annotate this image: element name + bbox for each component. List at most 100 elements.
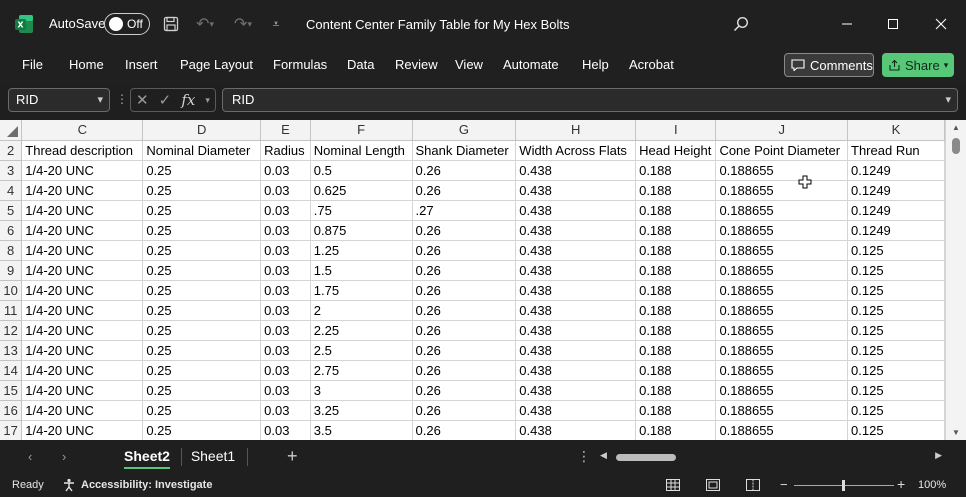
cell[interactable]: 0.188 xyxy=(635,220,717,241)
cell[interactable]: 0.188655 xyxy=(715,420,849,440)
cell[interactable]: 0.438 xyxy=(515,240,637,261)
cell[interactable]: 1/4-20 UNC xyxy=(21,160,144,181)
cell[interactable]: 0.188 xyxy=(635,320,717,341)
cell[interactable]: 1/4-20 UNC xyxy=(21,200,144,221)
row-number[interactable]: 12 xyxy=(0,320,23,341)
page-break-view-icon[interactable] xyxy=(740,476,766,494)
row-number[interactable]: 16 xyxy=(0,400,23,421)
row-number[interactable]: 5 xyxy=(0,200,23,221)
cell[interactable]: 0.438 xyxy=(515,200,637,221)
cell[interactable]: 1/4-20 UNC xyxy=(21,380,144,401)
column-letter-e[interactable]: E xyxy=(260,120,311,141)
header-cell[interactable]: Cone Point Diameter xyxy=(715,140,849,161)
cell[interactable]: 0.03 xyxy=(260,320,311,341)
tab-data[interactable]: Data xyxy=(347,57,374,72)
header-cell[interactable]: Width Across Flats xyxy=(515,140,637,161)
cell[interactable]: 0.03 xyxy=(260,360,311,381)
cell[interactable]: 0.188 xyxy=(635,240,717,261)
save-icon[interactable] xyxy=(160,12,182,36)
cell[interactable]: 0.188 xyxy=(635,400,717,421)
cell[interactable]: 0.125 xyxy=(847,380,945,401)
cell[interactable]: 0.03 xyxy=(260,380,311,401)
cell[interactable]: 0.125 xyxy=(847,400,945,421)
scroll-up-arrow-icon[interactable]: ▲ xyxy=(946,123,966,132)
cell[interactable]: 0.125 xyxy=(847,360,945,381)
tab-formulas[interactable]: Formulas xyxy=(273,57,327,72)
chevron-down-icon[interactable]: ▾ xyxy=(205,95,210,106)
comments-button[interactable]: Comments xyxy=(784,53,874,77)
prev-sheet-icon[interactable]: ‹ xyxy=(28,449,32,464)
cell[interactable]: 2.75 xyxy=(310,360,413,381)
customize-toolbar-icon[interactable]: ⩡ xyxy=(268,12,284,36)
vertical-scrollbar[interactable]: ▲ ▼ xyxy=(945,120,966,440)
cell[interactable]: 1/4-20 UNC xyxy=(21,300,144,321)
cell[interactable]: 0.438 xyxy=(515,300,637,321)
row-number[interactable]: 8 xyxy=(0,240,23,261)
cell[interactable]: 0.188 xyxy=(635,160,717,181)
cell[interactable]: 1/4-20 UNC xyxy=(21,260,144,281)
cell[interactable]: 3 xyxy=(310,380,413,401)
cell[interactable]: 0.438 xyxy=(515,220,637,241)
cell[interactable]: 0.03 xyxy=(260,220,311,241)
more-options-icon[interactable]: ⋮ xyxy=(116,92,128,106)
cell[interactable]: 0.438 xyxy=(515,400,637,421)
cell[interactable]: 0.03 xyxy=(260,280,311,301)
cell[interactable]: 0.26 xyxy=(412,220,517,241)
column-letter-f[interactable]: F xyxy=(310,120,413,141)
header-cell[interactable]: Nominal Length xyxy=(310,140,413,161)
cell[interactable]: 0.875 xyxy=(310,220,413,241)
cell[interactable]: 2.25 xyxy=(310,320,413,341)
row-number[interactable]: 10 xyxy=(0,280,23,301)
row-number[interactable]: 11 xyxy=(0,300,23,321)
sheet-tab-sheet1[interactable]: Sheet1 xyxy=(184,442,242,470)
row-number[interactable]: 17 xyxy=(0,420,23,440)
cell[interactable]: 0.438 xyxy=(515,180,637,201)
share-button[interactable]: Share ▾ xyxy=(882,53,954,77)
cell[interactable]: 1.75 xyxy=(310,280,413,301)
cell[interactable]: 1/4-20 UNC xyxy=(21,360,144,381)
minimize-button[interactable] xyxy=(824,0,870,48)
cell[interactable]: 0.26 xyxy=(412,300,517,321)
cell[interactable]: 0.188 xyxy=(635,260,717,281)
cell[interactable]: 0.25 xyxy=(142,300,262,321)
undo-icon[interactable]: ↶ ▾ xyxy=(190,12,220,36)
cell[interactable]: 0.625 xyxy=(310,180,413,201)
header-cell[interactable]: Thread Run xyxy=(847,140,945,161)
row-number[interactable]: 4 xyxy=(0,180,23,201)
cell[interactable]: 0.188 xyxy=(635,420,717,440)
cell[interactable]: 0.26 xyxy=(412,420,517,440)
cell[interactable]: 0.25 xyxy=(142,320,262,341)
cell[interactable]: 3.25 xyxy=(310,400,413,421)
cell[interactable]: 0.125 xyxy=(847,300,945,321)
cell[interactable]: 0.25 xyxy=(142,360,262,381)
header-cell[interactable]: Nominal Diameter xyxy=(142,140,262,161)
cell[interactable]: 0.438 xyxy=(515,280,637,301)
cell[interactable]: 0.03 xyxy=(260,340,311,361)
cell[interactable]: 1/4-20 UNC xyxy=(21,340,144,361)
cell[interactable]: 0.188 xyxy=(635,300,717,321)
cell[interactable]: 0.25 xyxy=(142,260,262,281)
cell[interactable]: 0.25 xyxy=(142,240,262,261)
cell[interactable]: 0.26 xyxy=(412,280,517,301)
column-letter-c[interactable]: C xyxy=(21,120,144,141)
horizontal-scroll-thumb[interactable] xyxy=(616,454,676,461)
cell[interactable]: 0.26 xyxy=(412,340,517,361)
tab-view[interactable]: View xyxy=(455,57,483,72)
zoom-out-icon[interactable]: − xyxy=(780,477,788,492)
cell[interactable]: 0.26 xyxy=(412,260,517,281)
horizontal-scrollbar[interactable]: ◀ ▶ xyxy=(598,450,944,464)
cell[interactable]: 0.26 xyxy=(412,400,517,421)
more-options-icon[interactable]: ⋮ xyxy=(577,448,591,465)
cell[interactable]: 0.25 xyxy=(142,380,262,401)
cell[interactable]: 2 xyxy=(310,300,413,321)
cell[interactable]: 0.188655 xyxy=(715,300,849,321)
cell[interactable]: 0.03 xyxy=(260,400,311,421)
row-number[interactable]: 15 xyxy=(0,380,23,401)
cell[interactable]: 0.26 xyxy=(412,160,517,181)
scroll-down-arrow-icon[interactable]: ▼ xyxy=(946,428,966,437)
cancel-icon[interactable]: ✕ xyxy=(136,91,149,109)
tab-insert[interactable]: Insert xyxy=(125,57,158,72)
tab-page-layout[interactable]: Page Layout xyxy=(180,57,253,72)
cell[interactable]: 0.5 xyxy=(310,160,413,181)
cell[interactable]: 1/4-20 UNC xyxy=(21,320,144,341)
